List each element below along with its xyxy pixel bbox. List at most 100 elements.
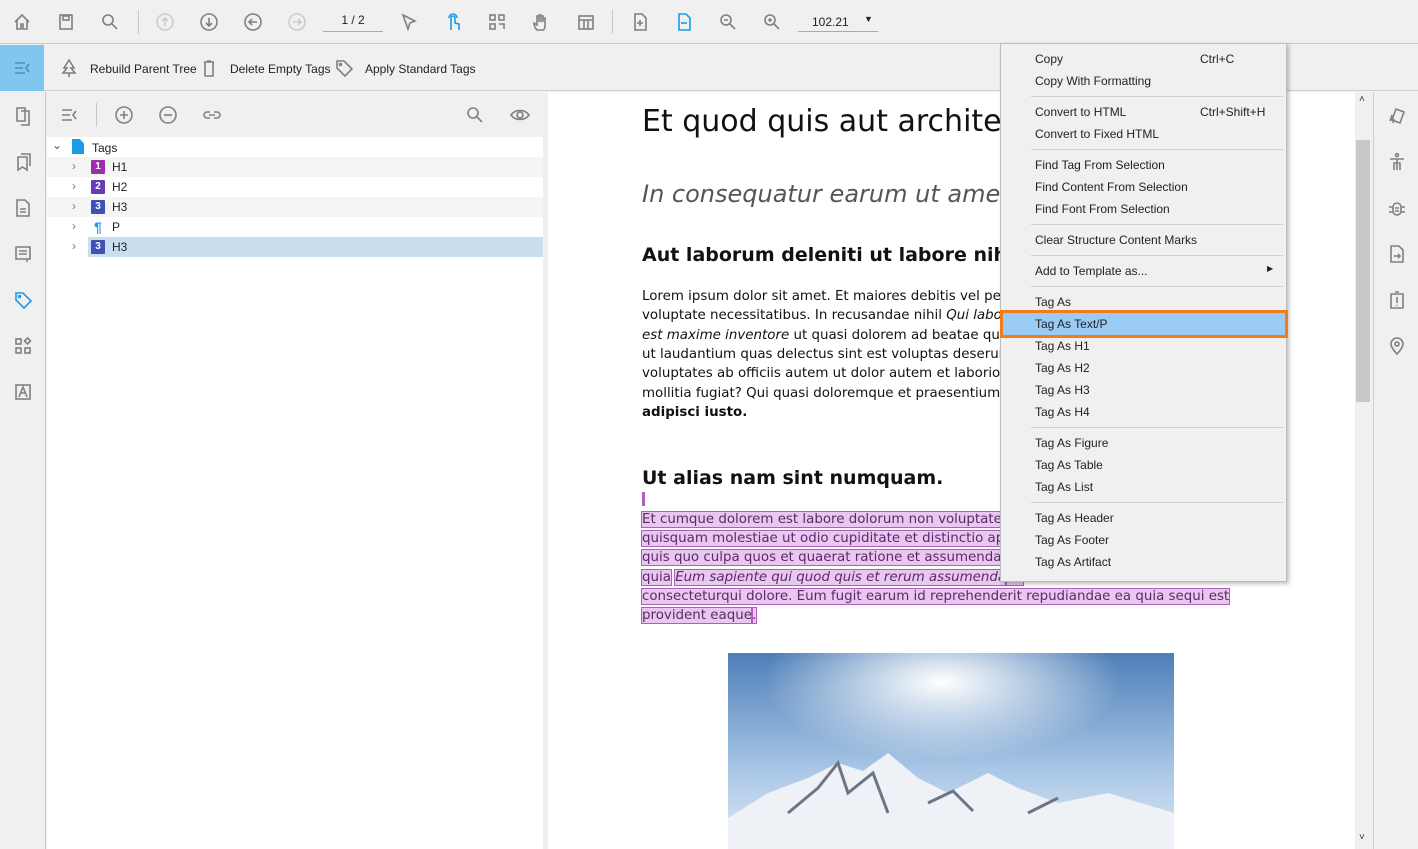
scroll-up-icon[interactable]: ˄ (1359, 94, 1365, 105)
forward-icon[interactable] (285, 10, 309, 34)
menu-item[interactable]: Tag As Footer (1003, 529, 1284, 551)
menu-item[interactable]: Tag As Figure (1003, 432, 1284, 454)
menu-item[interactable]: Convert to HTML Ctrl+Shift+H (1003, 101, 1284, 123)
eye-icon[interactable] (508, 103, 532, 127)
search-icon[interactable] (98, 10, 122, 34)
menu-item-shortcut: Ctrl+Shift+H (1200, 105, 1266, 119)
menu-item[interactable]: Tag As H4 (1003, 401, 1284, 423)
hand-tool-icon[interactable] (529, 10, 553, 34)
menu-item[interactable]: Find Font From Selection (1003, 198, 1284, 220)
scroll-down-icon[interactable]: ˅ (1359, 832, 1365, 843)
save-icon[interactable] (54, 10, 78, 34)
vertical-scrollbar[interactable]: ˄ ˅ (1355, 92, 1372, 849)
link-icon[interactable] (200, 103, 224, 127)
accessibility-icon[interactable] (1385, 150, 1409, 174)
tagged-text[interactable]: quisquam molestiae ut odio cupiditate et… (641, 530, 1019, 547)
menu-item[interactable]: Tag As H3 (1003, 379, 1284, 401)
chevron-down-icon[interactable]: ⌄ (52, 138, 62, 152)
next-page-icon[interactable] (197, 10, 221, 34)
apply-standard-tags-button[interactable]: Apply Standard Tags (365, 62, 476, 76)
tagged-text[interactable]: consecteturqui dolore. Eum fugit earum i… (640, 588, 1231, 605)
main-toolbar: 1 / 2 102.21 ▼ (0, 0, 1418, 44)
tagged-text[interactable]: provident eaque (641, 607, 753, 624)
tree-item[interactable]: › 2 H2 (47, 177, 543, 197)
tree-item[interactable]: › 3 H3 (72, 237, 543, 257)
touch-select-icon[interactable] (441, 10, 465, 34)
collapse-panel-button[interactable] (0, 45, 44, 91)
scroll-thumb[interactable] (1356, 140, 1370, 402)
zoom-select[interactable]: 102.21 ▼ (798, 12, 878, 32)
delete-empty-tags-button[interactable]: Delete Empty Tags (230, 62, 331, 76)
chevron-right-icon[interactable]: › (72, 159, 76, 173)
layout-icon[interactable] (574, 10, 598, 34)
alert-icon[interactable] (1385, 288, 1409, 312)
tree-root[interactable]: ⌄ Tags (47, 137, 543, 157)
menu-item[interactable]: Tag As H2 (1003, 357, 1284, 379)
chevron-right-icon[interactable]: › (72, 219, 76, 233)
remove-tag-icon[interactable] (156, 103, 180, 127)
add-tag-icon[interactable] (112, 103, 136, 127)
tree-item[interactable]: › 1 H1 (47, 157, 543, 177)
search-tags-icon[interactable] (463, 103, 487, 127)
zoom-in-icon[interactable] (760, 10, 784, 34)
paragraph-line: voluptates ab officiis autem ut dolor au… (642, 366, 1016, 381)
tagged-text[interactable]: quis quo culpa quos et quaerat ratione e… (641, 549, 1019, 566)
bookmarks-icon[interactable] (11, 150, 35, 174)
tagged-text[interactable]: Eum sapiente qui quod quis et rerum assu… (674, 569, 1008, 586)
menu-item-label: Tag As Footer (1035, 533, 1110, 547)
collapse-list-icon[interactable] (57, 103, 81, 127)
tags-panel: ⌄ Tags › 1 H1 › 2 H2 › 3 H3 › ¶ P › 3 H3 (47, 92, 543, 849)
menu-item[interactable]: Copy Ctrl+C (1003, 48, 1284, 70)
tree-item[interactable]: › ¶ P (47, 217, 543, 237)
menu-item[interactable]: Find Content From Selection (1003, 176, 1284, 198)
menu-item-label: Convert to HTML (1035, 105, 1127, 119)
menu-item[interactable]: Tag As List (1003, 476, 1284, 498)
submenu-arrow-icon: ▶ (1267, 264, 1274, 273)
tagged-text[interactable]: Et cumque dolorem est labore dolorum non… (641, 511, 1013, 528)
chevron-right-icon[interactable]: › (72, 199, 76, 213)
tree-item[interactable]: › 3 H3 (47, 197, 543, 217)
pages-icon[interactable] (11, 104, 35, 128)
back-icon[interactable] (241, 10, 265, 34)
menu-item[interactable]: Convert to Fixed HTML (1003, 123, 1284, 145)
menu-item[interactable]: Tag As (1003, 291, 1284, 313)
select-cursor-icon[interactable] (397, 10, 421, 34)
tagged-text[interactable]: quia (641, 569, 672, 586)
home-icon[interactable] (10, 10, 34, 34)
menu-item[interactable]: Tag As Text/P (1000, 310, 1288, 338)
tagged-text[interactable]: . (750, 607, 758, 624)
menu-item[interactable]: Tag As Table (1003, 454, 1284, 476)
menu-item[interactable]: Add to Template as... ▶ (1003, 260, 1284, 282)
menu-item-label: Convert to Fixed HTML (1035, 127, 1160, 141)
menu-item[interactable]: Tag As Header (1003, 507, 1284, 529)
menu-item[interactable]: Clear Structure Content Marks (1003, 229, 1284, 251)
doc-heading-2: Ut alias nam sint numquam. (642, 467, 944, 489)
chevron-right-icon[interactable]: › (72, 239, 76, 253)
document-icon[interactable] (11, 196, 35, 220)
tags-icon[interactable] (11, 288, 35, 312)
mountain-image (728, 653, 1174, 849)
rebuild-parent-tree-button[interactable]: Rebuild Parent Tree (90, 62, 197, 76)
export-icon[interactable] (1385, 242, 1409, 266)
first-page-icon[interactable] (153, 10, 177, 34)
content-icon[interactable] (11, 334, 35, 358)
menu-item-label: Tag As Figure (1035, 436, 1109, 450)
zoom-out-icon[interactable] (716, 10, 740, 34)
location-icon[interactable] (1385, 334, 1409, 358)
tree-item-label: P (112, 220, 121, 234)
menu-item[interactable]: Find Tag From Selection (1003, 154, 1284, 176)
fit-page-icon[interactable] (628, 10, 652, 34)
cards-icon[interactable] (1385, 104, 1409, 128)
fit-width-icon[interactable] (672, 10, 696, 34)
paragraph-line: est maxime inventore ut quasi dolorem ad… (642, 328, 1016, 343)
fonts-icon[interactable] (11, 380, 35, 404)
chevron-right-icon[interactable]: › (72, 179, 76, 193)
bug-icon[interactable] (1385, 196, 1409, 220)
comments-icon[interactable] (11, 242, 35, 266)
menu-item[interactable]: Tag As H1 (1003, 335, 1284, 357)
qr-icon[interactable] (485, 10, 509, 34)
menu-item[interactable]: Copy With Formatting (1003, 70, 1284, 92)
menu-item[interactable]: Tag As Artifact (1003, 551, 1284, 573)
menu-separator (1031, 286, 1283, 287)
page-indicator[interactable]: 1 / 2 (323, 13, 383, 32)
